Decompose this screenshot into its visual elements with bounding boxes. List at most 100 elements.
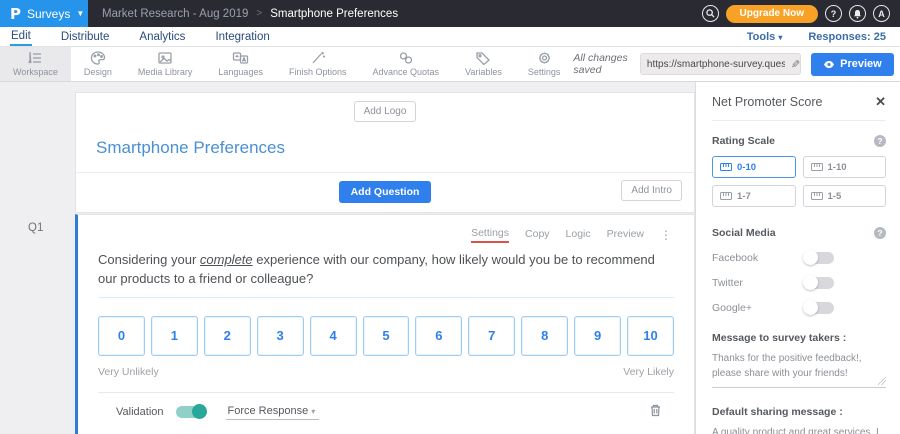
tool-advance-quotas[interactable]: Advance Quotas [359, 47, 452, 81]
scale-option-1-7[interactable]: 1-7 [712, 185, 796, 207]
question-number-label: Q1 [28, 222, 43, 234]
scale-option-5[interactable]: 5 [363, 316, 410, 356]
tool-design[interactable]: Design [71, 47, 125, 81]
message-to-survey-takers-label: Message to survey takers : [712, 332, 886, 344]
breadcrumb-current: Smartphone Preferences [270, 8, 398, 20]
menu-item-analytics[interactable]: Analytics [138, 29, 186, 45]
breadcrumb-parent[interactable]: Market Research - Aug 2019 [102, 8, 248, 20]
add-intro-button[interactable]: Add Intro [621, 180, 682, 201]
question-settings-sidebar: Net Promoter Score ✕ Rating Scale ? 0-10… [695, 82, 900, 434]
workspace-icon [27, 51, 43, 65]
search-icon [706, 9, 715, 18]
social-media-section-label: Social Media [712, 227, 776, 239]
tool-workspace[interactable]: Workspace [0, 47, 71, 81]
tag-icon [475, 51, 491, 65]
tool-label: Workspace [13, 67, 58, 77]
top-bar: P Surveys ▼ Market Research - Aug 2019 >… [0, 0, 900, 27]
tool-languages[interactable]: Languages [205, 47, 276, 81]
validation-row: Validation Force Response ▾ [98, 392, 674, 434]
tool-label: Advance Quotas [372, 67, 439, 77]
close-icon[interactable]: ✕ [875, 94, 886, 110]
tool-settings[interactable]: Settings [515, 47, 574, 81]
googleplus-toggle[interactable] [804, 302, 834, 314]
toolbar-right: All changes saved ✎ Preview [573, 47, 900, 81]
scale-icon [720, 163, 732, 171]
search-button[interactable] [702, 5, 719, 22]
gear-icon [537, 51, 552, 65]
scale-right-label: Very Likely [623, 366, 674, 378]
preview-button[interactable]: Preview [811, 53, 894, 76]
facebook-label: Facebook [712, 252, 758, 264]
twitter-toggle[interactable] [804, 277, 834, 289]
question-text-underline [98, 297, 674, 298]
help-icon[interactable]: ? [874, 227, 886, 239]
bell-icon [853, 9, 862, 19]
image-icon [157, 51, 173, 65]
menu-item-distribute[interactable]: Distribute [60, 29, 111, 45]
tool-label: Finish Options [289, 67, 347, 77]
rating-scale-row: 0 1 2 3 4 5 6 7 8 9 10 [98, 316, 674, 356]
validation-type-dropdown[interactable]: Force Response ▾ [226, 405, 320, 420]
scale-icon [811, 163, 823, 171]
magic-wand-icon [310, 51, 326, 65]
kebab-menu-icon[interactable]: ⋮ [660, 228, 672, 242]
tool-media-library[interactable]: Media Library [125, 47, 206, 81]
palette-icon [90, 51, 106, 65]
rating-scale-section-label: Rating Scale [712, 135, 775, 147]
question-tabs: Settings Copy Logic Preview ⋮ [98, 223, 674, 251]
logo-label: Surveys [27, 7, 70, 21]
tab-preview[interactable]: Preview [607, 228, 644, 242]
default-sharing-message-textarea[interactable]: A quality product and great services, I … [712, 418, 886, 434]
menu-bar: Edit Distribute Analytics Integration To… [0, 27, 900, 47]
survey-header-card: Add Logo Smartphone Preferences Add Ques… [75, 92, 695, 213]
scale-option-8[interactable]: 8 [521, 316, 568, 356]
tools-dropdown[interactable]: Tools ▾ [747, 31, 783, 43]
tool-finish-options[interactable]: Finish Options [276, 47, 360, 81]
survey-url-input[interactable] [641, 59, 791, 70]
topbar-actions: Upgrade Now ? A [702, 0, 900, 27]
menu-item-edit[interactable]: Edit [10, 28, 32, 46]
facebook-toggle[interactable] [804, 252, 834, 264]
app-logo[interactable]: P Surveys ▼ [0, 0, 88, 27]
eye-icon [823, 60, 835, 69]
scale-option-3[interactable]: 3 [257, 316, 304, 356]
scale-option-9[interactable]: 9 [574, 316, 621, 356]
tool-label: Settings [528, 67, 561, 77]
edit-url-icon[interactable]: ✎ [791, 58, 800, 71]
help-icon[interactable]: ? [874, 135, 886, 147]
tab-settings[interactable]: Settings [471, 227, 509, 243]
scale-option-0-10[interactable]: 0-10 [712, 156, 796, 178]
upgrade-now-button[interactable]: Upgrade Now [726, 5, 818, 23]
notifications-button[interactable] [849, 5, 866, 22]
default-sharing-message-label: Default sharing message : [712, 406, 886, 418]
add-question-button[interactable]: Add Question [339, 181, 432, 203]
scale-option-7[interactable]: 7 [468, 316, 515, 356]
scale-option-0[interactable]: 0 [98, 316, 145, 356]
survey-title[interactable]: Smartphone Preferences [76, 122, 694, 172]
scale-option-4[interactable]: 4 [310, 316, 357, 356]
delete-question-button[interactable] [649, 403, 662, 422]
responses-count[interactable]: Responses: 25 [808, 31, 886, 43]
scale-option-1-10[interactable]: 1-10 [803, 156, 887, 178]
account-avatar[interactable]: A [873, 5, 890, 22]
validation-toggle[interactable] [176, 406, 206, 418]
help-button[interactable]: ? [825, 5, 842, 22]
scale-option-2[interactable]: 2 [204, 316, 251, 356]
scale-option-1[interactable]: 1 [151, 316, 198, 356]
tool-variables[interactable]: Variables [452, 47, 515, 81]
scale-option-1-5[interactable]: 1-5 [803, 185, 887, 207]
tool-label: Design [84, 67, 112, 77]
menu-item-integration[interactable]: Integration [214, 29, 270, 45]
resize-handle-icon[interactable] [878, 377, 886, 385]
tab-logic[interactable]: Logic [566, 228, 591, 242]
validation-label: Validation [116, 406, 164, 418]
question-text[interactable]: Considering your complete experience wit… [98, 251, 658, 289]
sidebar-title: Net Promoter Score [712, 95, 822, 109]
trash-icon [649, 403, 662, 417]
tab-copy[interactable]: Copy [525, 228, 550, 242]
add-logo-button[interactable]: Add Logo [354, 101, 417, 122]
scale-option-10[interactable]: 10 [627, 316, 674, 356]
message-to-survey-takers-textarea[interactable]: Thanks for the positive feedback!, pleas… [712, 344, 886, 388]
scale-anchor-labels: Very Unlikely Very Likely [98, 366, 674, 392]
scale-option-6[interactable]: 6 [415, 316, 462, 356]
